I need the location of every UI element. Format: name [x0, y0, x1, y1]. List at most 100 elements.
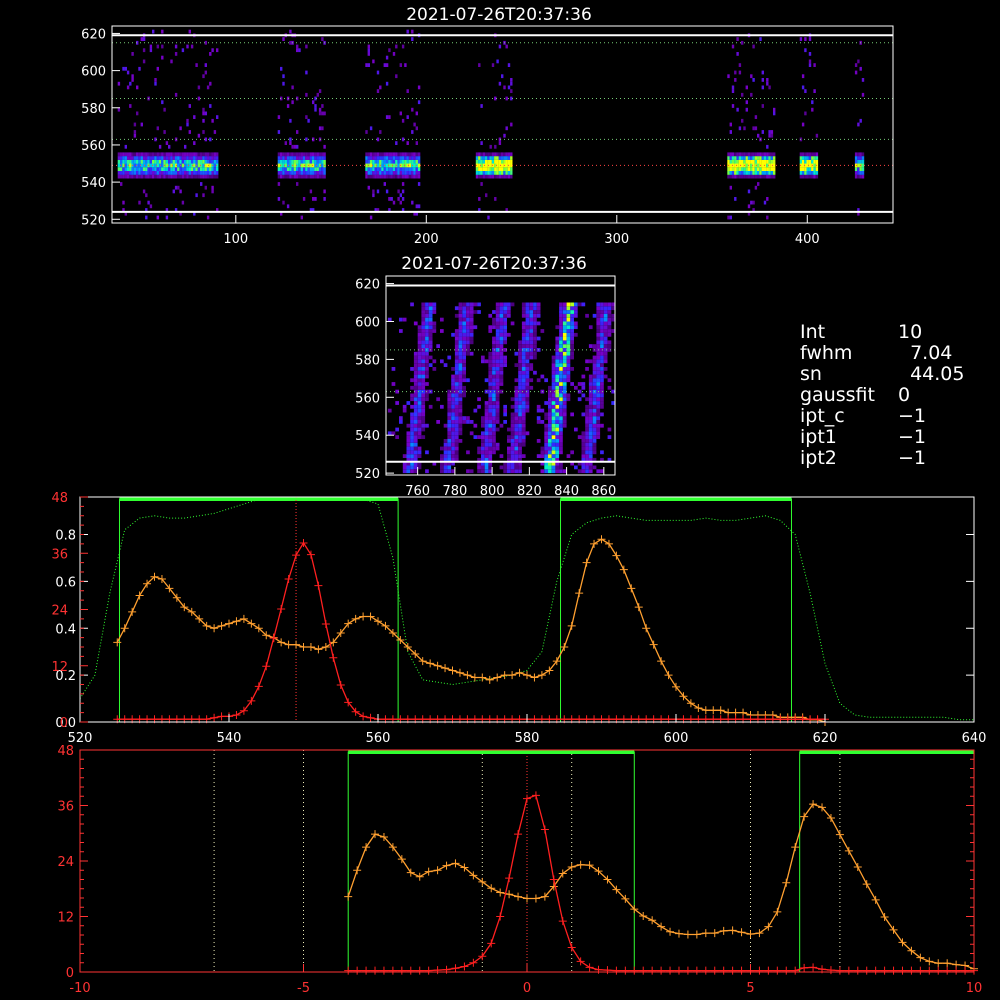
heatmap-cell	[592, 401, 597, 405]
heatmap-cell	[592, 412, 597, 417]
heatmap-cell	[495, 404, 500, 409]
heatmap-cell	[458, 431, 463, 436]
heatmap-cell	[462, 344, 466, 348]
heatmap-cell	[488, 431, 493, 436]
heatmap-cell	[399, 159, 402, 164]
data-point	[585, 861, 594, 870]
heatmap-cell	[741, 174, 744, 179]
data-point	[612, 966, 621, 975]
heatmap-cell	[518, 404, 522, 409]
heatmap-cell	[186, 171, 189, 175]
heatmap-cell	[496, 174, 499, 179]
data-point	[388, 966, 397, 975]
heatmap-cell	[588, 374, 593, 379]
heatmap-cell	[815, 159, 819, 164]
heatmap-cell	[759, 37, 762, 41]
heatmap-cell	[406, 115, 409, 119]
heatmap-cell	[458, 416, 463, 420]
heatmap-cell	[447, 412, 452, 417]
heatmap-cell	[415, 167, 418, 171]
heatmap-cell	[518, 423, 522, 428]
heatmap-cell	[536, 313, 541, 318]
heatmap-cell	[138, 152, 141, 157]
heatmap-cell	[376, 171, 380, 175]
heatmap-cell	[574, 332, 578, 337]
heatmap-cell	[518, 367, 522, 371]
heatmap-cell	[466, 450, 470, 455]
spectrogram-zoom-plot: 760 780 800 820 840 860520540560580600620	[355, 275, 616, 499]
heatmap-cell	[484, 359, 489, 364]
heatmap-cell	[581, 382, 586, 386]
heatmap-cell	[592, 416, 597, 420]
heatmap-cell	[318, 152, 322, 157]
heatmap-cell	[158, 167, 162, 171]
heatmap-cell	[432, 325, 437, 330]
heatmap-cell	[736, 171, 739, 175]
heatmap-cell	[548, 431, 552, 436]
heatmap-cell	[548, 397, 552, 402]
heatmap-cell	[140, 159, 143, 164]
heatmap-cell	[540, 374, 545, 379]
heatmap-cell	[555, 325, 560, 330]
heatmap-cell	[391, 367, 396, 371]
heatmap-cell	[168, 159, 171, 164]
heatmap-cell	[458, 336, 463, 341]
heatmap-cell	[510, 435, 515, 439]
heatmap-cell	[555, 393, 560, 398]
heatmap-cell	[410, 454, 414, 458]
heatmap-cell	[181, 152, 185, 157]
heatmap-cell	[510, 397, 515, 402]
heatmap-cell	[752, 126, 755, 131]
heatmap-cell	[443, 465, 448, 470]
heatmap-cell	[296, 152, 299, 157]
heatmap-cell	[498, 44, 502, 49]
data-point	[366, 612, 375, 621]
heatmap-cell	[585, 367, 589, 371]
heatmap-cell	[425, 397, 429, 402]
data-point	[292, 551, 301, 560]
heatmap-cell	[365, 152, 368, 157]
heatmap-cell	[503, 171, 506, 175]
heatmap-cell	[289, 40, 292, 45]
heatmap-cell	[365, 63, 368, 67]
heatmap-cell	[314, 171, 317, 175]
heatmap-cell	[186, 44, 189, 49]
heatmap-cell	[410, 435, 414, 439]
heatmap-cell	[514, 393, 519, 398]
data-point	[907, 966, 916, 975]
profile-top-plot: 520 540 560 580 600 620 6400.00.20.40.60.80122…	[51, 491, 986, 746]
heatmap-cell	[859, 66, 862, 71]
y-tick-label: 520	[81, 213, 106, 228]
heatmap-cell	[318, 107, 322, 112]
heatmap-cell	[548, 389, 552, 394]
heatmap-cell	[603, 359, 608, 364]
heatmap-cell	[729, 171, 732, 175]
heatmap-cell	[507, 63, 511, 67]
heatmap-cell	[473, 423, 478, 428]
heatmap-cell	[277, 156, 281, 160]
heatmap-cell	[551, 412, 556, 417]
heatmap-cell	[808, 52, 812, 56]
heatmap-cell	[291, 174, 294, 179]
heatmap-cell	[555, 397, 560, 402]
data-point	[709, 706, 718, 715]
heatmap-cell	[525, 310, 530, 314]
heatmap-cell	[413, 412, 418, 417]
heatmap-cell	[425, 317, 429, 322]
heatmap-cell	[193, 159, 196, 164]
heatmap-cell	[570, 321, 574, 326]
heatmap-cell	[763, 167, 767, 171]
heatmap-cell	[559, 393, 563, 398]
heatmap-cell	[544, 469, 548, 474]
heatmap-cell	[413, 171, 416, 175]
heatmap-cell	[498, 171, 502, 175]
heatmap-cell	[145, 159, 148, 164]
heatmap-cell	[282, 81, 285, 86]
heatmap-cell	[548, 454, 552, 458]
heatmap-cell	[197, 96, 201, 101]
heatmap-cell	[600, 382, 604, 386]
data-point	[666, 966, 675, 975]
heatmap-cell	[284, 141, 287, 145]
heatmap-cell	[425, 306, 429, 311]
heatmap-cell	[592, 374, 597, 379]
